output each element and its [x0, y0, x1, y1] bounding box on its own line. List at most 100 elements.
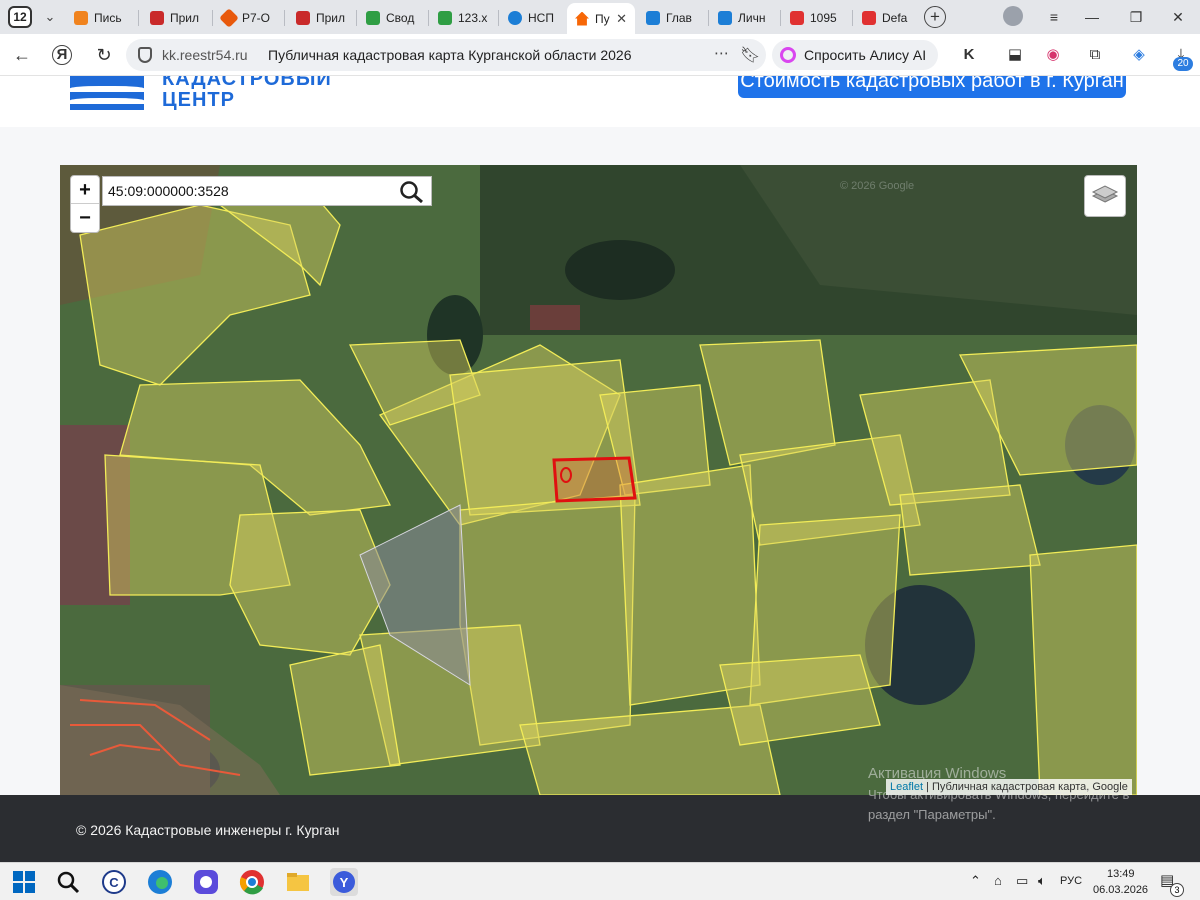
- profile-avatar[interactable]: [1003, 6, 1023, 26]
- tab-label: Р7-О: [242, 11, 271, 25]
- google-watermark-text: © 2026 Google: [840, 180, 914, 192]
- extension-shield-icon[interactable]: ◈: [1128, 44, 1150, 66]
- tab-divider: [284, 10, 285, 26]
- clock-time[interactable]: 13:49: [1107, 868, 1135, 880]
- tab-divider: [428, 10, 429, 26]
- tab-label: 123.x: [458, 11, 488, 25]
- yandex-logo-icon[interactable]: Я: [52, 45, 72, 65]
- tab-label: Пу: [595, 11, 610, 26]
- ask-alice-label: Спросить Алису AI: [804, 47, 927, 63]
- windows-activation-hint: Чтобы активировать Windows, перейдите в: [868, 787, 1130, 802]
- tab-divider: [780, 10, 781, 26]
- logo-text-line2[interactable]: ЦЕНТР: [162, 89, 235, 112]
- tab-divider: [138, 10, 139, 26]
- page-title[interactable]: Публичная кадастровая карта Курганской о…: [268, 47, 631, 63]
- gosuslugi-favicon-icon: [718, 11, 732, 25]
- layers-control-button[interactable]: [1084, 175, 1126, 217]
- tab-label: Свод: [386, 11, 415, 25]
- copyright-text: © 2026 Кадастровые инженеры г. Курган: [76, 822, 340, 838]
- yandex-browser-taskbar-icon[interactable]: Y: [330, 868, 358, 896]
- tab-count-button[interactable]: 12: [8, 6, 32, 28]
- edge-favicon-icon: [508, 11, 522, 25]
- selected-parcel-outline: [552, 456, 637, 503]
- tab-nsp[interactable]: НСП: [500, 3, 566, 33]
- cadastral-number-input[interactable]: [103, 177, 393, 205]
- home-favicon-icon: [575, 11, 589, 26]
- mail-favicon-icon: [74, 11, 88, 25]
- search-icon[interactable]: [399, 180, 425, 204]
- tab-label: 1095: [810, 11, 837, 25]
- satellite-imagery[interactable]: © 2026 Google: [60, 165, 1137, 795]
- tab-label: НСП: [528, 11, 554, 25]
- windows-start-icon[interactable]: [10, 868, 38, 896]
- app-favicon-icon: [296, 11, 310, 25]
- site-footer: © 2026 Кадастровые инженеры г. Курган: [0, 795, 1200, 862]
- extension-pocket-icon[interactable]: ⬓: [1004, 44, 1026, 66]
- domain-text[interactable]: kk.reestr54.ru: [162, 47, 248, 63]
- cadastral-center-logo-icon[interactable]: [70, 76, 144, 110]
- tray-device-icon[interactable]: ⌂: [994, 873, 1002, 888]
- tab-list-chevron-icon[interactable]: ⌄: [40, 7, 60, 27]
- tab-default[interactable]: Defa: [854, 3, 914, 33]
- extension-target-icon[interactable]: ◉: [1042, 44, 1064, 66]
- tab-divider: [356, 10, 357, 26]
- app-c-taskbar-icon[interactable]: C: [100, 868, 128, 896]
- tab-label: Пись: [94, 11, 122, 25]
- extension-puzzle-icon[interactable]: ⧉: [1084, 44, 1106, 66]
- cadastral-works-price-button[interactable]: Стоимость кадастровых работ в г. Курган: [738, 76, 1126, 98]
- bookmark-icon[interactable]: 🔖︎: [740, 45, 760, 65]
- tab-personal[interactable]: Личн: [710, 3, 780, 33]
- tab-summary-sheet[interactable]: Свод: [358, 3, 428, 33]
- tab-xlsx[interactable]: 123.x: [430, 3, 496, 33]
- svg-text:C: C: [109, 875, 119, 890]
- tab-1095[interactable]: 1095: [782, 3, 850, 33]
- edge-taskbar-icon[interactable]: [146, 868, 174, 896]
- tab-label: Личн: [738, 11, 766, 25]
- tab-label: Прил: [316, 11, 346, 25]
- close-window-icon[interactable]: ✕: [1166, 6, 1190, 28]
- tab-main[interactable]: Глав: [638, 3, 706, 33]
- tab-app-1[interactable]: Прил: [142, 3, 208, 33]
- new-tab-plus-icon[interactable]: +: [924, 6, 946, 28]
- windows-activation-settings: раздел "Параметры".: [868, 807, 996, 822]
- minimize-window-icon[interactable]: —: [1080, 6, 1104, 28]
- tab-divider: [212, 10, 213, 26]
- clock-date[interactable]: 06.03.2026: [1093, 884, 1148, 896]
- messenger-taskbar-icon[interactable]: [192, 868, 220, 896]
- address-bar[interactable]: kk.reestr54.ru Публичная кадастровая кар…: [126, 39, 766, 71]
- spreadsheet-favicon-icon: [366, 11, 380, 25]
- back-arrow-icon[interactable]: ←: [10, 43, 34, 67]
- restore-window-icon[interactable]: ❐: [1124, 6, 1148, 28]
- cadastral-map[interactable]: © 2026 Google + − Leaflet | Публичная ка…: [60, 165, 1137, 795]
- ask-alice-button[interactable]: Спросить Алису AI: [772, 40, 939, 70]
- tab-close-icon[interactable]: ✕: [616, 11, 627, 27]
- extension-k-icon[interactable]: K: [958, 44, 980, 66]
- browser-menu-icon[interactable]: ≡: [1042, 6, 1066, 28]
- tab-cadastral-map-active[interactable]: Пу ✕: [567, 3, 635, 34]
- more-options-icon[interactable]: ⋯: [714, 44, 730, 62]
- tab-divider: [498, 10, 499, 26]
- browser-address-row: ← Я ↻ kk.reestr54.ru Публичная кадастров…: [0, 34, 1200, 76]
- gosuslugi-favicon-icon: [646, 11, 660, 25]
- reload-icon[interactable]: ↻: [92, 43, 116, 67]
- windows-activation-title: Активация Windows: [868, 765, 1007, 782]
- tab-label: Defa: [882, 11, 908, 25]
- chrome-taskbar-icon[interactable]: [238, 868, 266, 896]
- input-language[interactable]: РУС: [1060, 875, 1082, 887]
- zoom-in-button[interactable]: +: [71, 176, 99, 204]
- tab-divider: [708, 10, 709, 26]
- file-explorer-taskbar-icon[interactable]: [284, 868, 312, 896]
- network-icon[interactable]: ▭: [1016, 873, 1028, 889]
- zoom-out-button[interactable]: −: [71, 204, 99, 232]
- security-shield-icon[interactable]: [138, 47, 152, 63]
- search-taskbar-icon[interactable]: [54, 868, 82, 896]
- site-header: КАДАСТРОВЫЙ ЦЕНТР Стоимость кадастровых …: [0, 76, 1200, 127]
- tab-label: Глав: [666, 11, 692, 25]
- tray-chevron-up-icon[interactable]: ⌃: [970, 873, 981, 889]
- tab-mail[interactable]: Пись: [66, 3, 136, 33]
- tab-app-2[interactable]: Прил: [288, 3, 354, 33]
- volume-icon[interactable]: 🔈︎: [1038, 873, 1046, 889]
- app-favicon-icon: [150, 11, 164, 25]
- tab-r7[interactable]: Р7-О: [214, 3, 282, 33]
- alice-icon: [780, 47, 796, 63]
